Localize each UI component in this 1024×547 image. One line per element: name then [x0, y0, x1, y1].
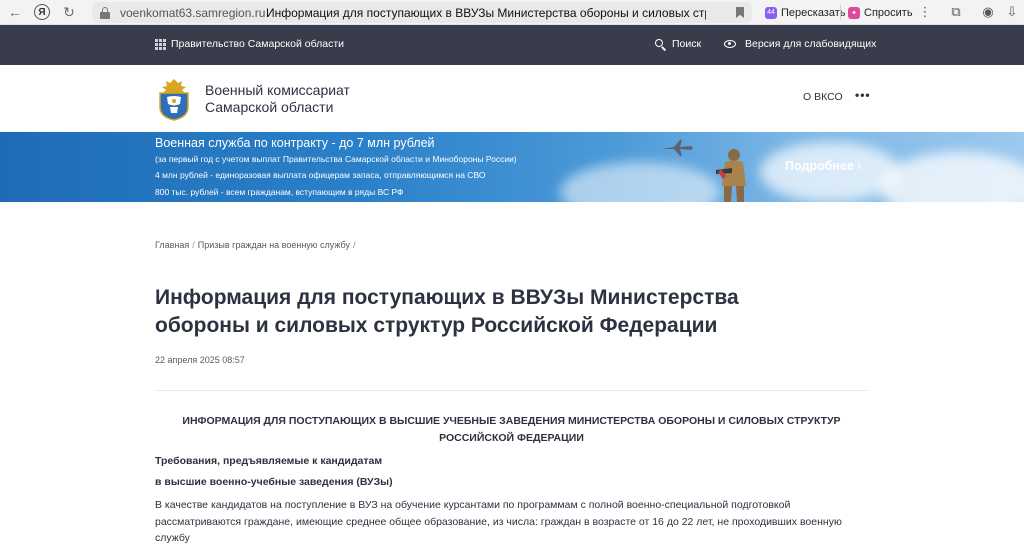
lock-icon: [100, 6, 110, 19]
article-body-paragraph: В качестве кандидатов на поступление в В…: [155, 499, 842, 544]
downloads-icon[interactable]: ⇩: [1004, 4, 1020, 20]
retell-label: Пересказать: [781, 6, 846, 19]
site-header: Военный комиссариат Самарской области О …: [0, 65, 1024, 132]
org-name-line2: Самарской области: [205, 99, 334, 115]
breadcrumb-separator: /: [192, 240, 195, 250]
more-menu-icon[interactable]: •••: [855, 88, 871, 102]
gov-portal-label: Правительство Самарской области: [171, 38, 345, 50]
banner-line-2: 4 млн рублей - единоразовая выплата офиц…: [155, 170, 486, 180]
search-icon: [655, 38, 667, 51]
address-bar[interactable]: voenkomat63.samregion.ru Информация для …: [92, 2, 752, 23]
banner-more-link[interactable]: Подробнее ›: [785, 159, 861, 173]
requirements-heading-line2: в высшие военно-учебные заведения (ВУЗы): [155, 476, 393, 488]
search-label: Поиск: [672, 38, 702, 50]
divider: [155, 390, 868, 391]
org-name-line1: Военный комиссариат: [205, 82, 350, 98]
soldier-image: [716, 149, 746, 202]
banner-title: Военная служба по контракту - до 7 млн р…: [155, 136, 435, 150]
fighter-jet-icon: [662, 140, 693, 156]
bookmark-icon[interactable]: [736, 7, 744, 18]
back-arrow-icon[interactable]: ←: [2, 0, 28, 25]
about-vkso-link[interactable]: О ВКСО: [803, 91, 843, 103]
grid-menu-icon: [155, 38, 166, 50]
page-title: Информация для поступающих в ВВУЗы Минис…: [155, 286, 739, 337]
retell-button[interactable]: 44 Пересказать: [765, 3, 846, 22]
profile-icon[interactable]: ◉: [980, 4, 996, 20]
samara-coat-of-arms-icon[interactable]: [155, 77, 193, 121]
gov-portal-link[interactable]: Правительство Самарской области: [155, 38, 344, 50]
banner-line-3: 800 тыс. рублей - всем гражданам, вступа…: [155, 187, 404, 197]
banner-line-1: (за первый год с учетом выплат Правитель…: [155, 154, 517, 164]
gov-top-bar: Правительство Самарской области Поиск Ве…: [0, 25, 1024, 65]
retell-badge: 44: [765, 6, 777, 19]
page-title-in-bar: Информация для поступающих в ВВУЗы Минис…: [266, 5, 706, 20]
requirements-heading-line1: Требования, предъявляемые к кандидатам: [155, 455, 383, 467]
ask-icon: ✦: [848, 6, 860, 19]
accessibility-label: Версия для слабовидящих: [745, 38, 877, 50]
org-name[interactable]: Военный комиссариат Самарской области: [205, 82, 350, 116]
publish-date: 22 апреля 2025 08:57: [155, 355, 245, 365]
breadcrumb-section[interactable]: Призыв граждан на военную службу: [198, 240, 350, 250]
extensions-icon[interactable]: ⧉: [948, 4, 964, 20]
breadcrumb: Главная / Призыв граждан на военную службу…: [155, 240, 359, 250]
ask-label: Спросить: [864, 6, 913, 19]
kebab-menu-icon[interactable]: ⋮: [917, 4, 933, 20]
url-domain: voenkomat63.samregion.ru: [120, 5, 266, 20]
breadcrumb-home[interactable]: Главная: [155, 240, 189, 250]
breadcrumb-separator: /: [353, 240, 356, 250]
eye-icon: [724, 40, 736, 48]
yandex-logo-icon: Я: [34, 4, 50, 20]
contract-service-banner[interactable]: Военная служба по контракту - до 7 млн р…: [0, 132, 1024, 202]
yandex-home-button[interactable]: Я: [28, 0, 56, 25]
browser-toolbar: ← Я ↻ voenkomat63.samregion.ru Информаци…: [0, 0, 1024, 25]
reload-icon[interactable]: ↻: [56, 0, 82, 25]
search-link[interactable]: Поиск: [655, 38, 702, 51]
ask-button[interactable]: ✦ Спросить: [848, 3, 913, 22]
accessibility-link[interactable]: Версия для слабовидящих: [724, 38, 876, 50]
section-heading: ИНФОРМАЦИЯ ДЛЯ ПОСТУПАЮЩИХ В ВЫСШИЕ УЧЕБ…: [182, 415, 841, 444]
